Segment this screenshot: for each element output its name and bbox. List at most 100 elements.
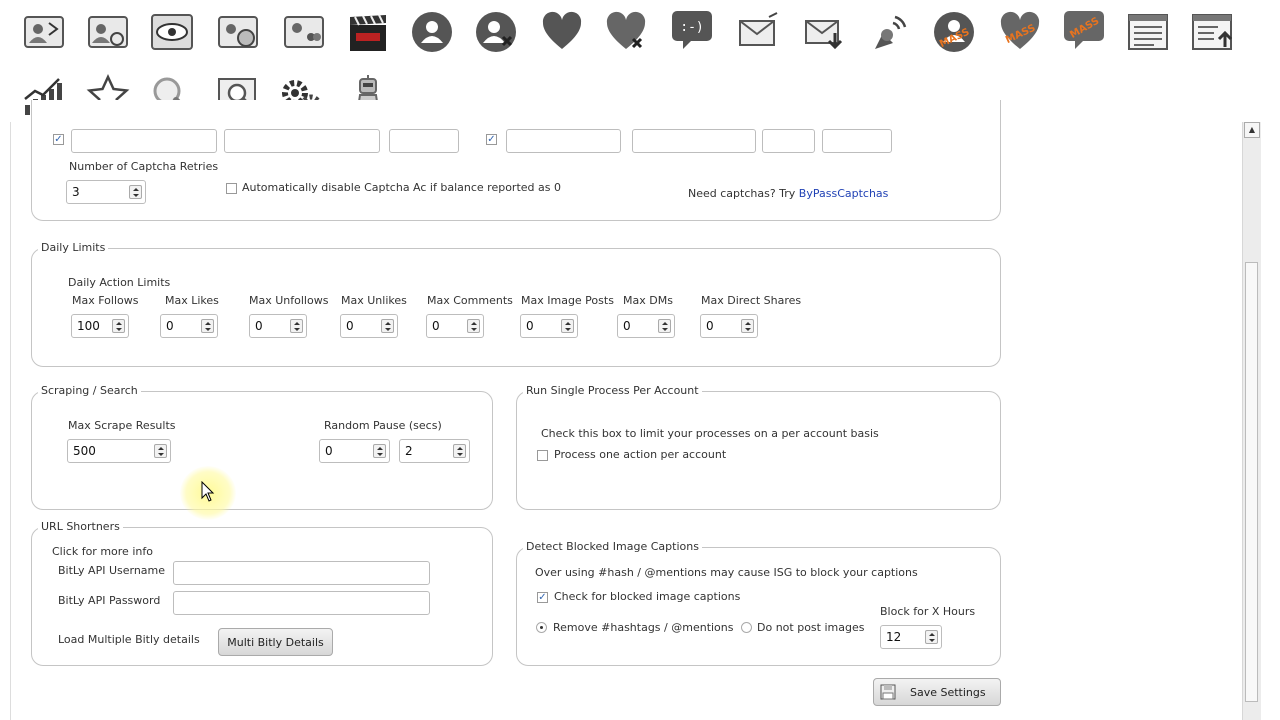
max-dms-value: 0 — [623, 319, 631, 333]
random-pause-max-stepper[interactable]: 2 — [399, 439, 470, 463]
captcha-extra-3-input[interactable] — [822, 129, 892, 153]
max-direct-shares-stepper[interactable]: 0 — [700, 314, 758, 338]
max-comments-stepper[interactable]: 0 — [426, 314, 484, 338]
max-unfollows-stepper[interactable]: 0 — [249, 314, 307, 338]
spinner-buttons[interactable] — [453, 444, 466, 458]
scraping-legend: Scraping / Search — [38, 384, 141, 397]
captcha-user-1-input[interactable] — [71, 129, 217, 153]
spinner-buttons[interactable] — [561, 319, 574, 333]
max-unlikes-label: Max Unlikes — [341, 294, 407, 307]
mass-contact-icon[interactable]: MASS — [930, 8, 978, 56]
remove-hashtags-radio[interactable] — [536, 622, 547, 633]
spinner-buttons[interactable] — [925, 630, 938, 644]
list-icon[interactable] — [1124, 8, 1172, 56]
block-hours-value: 12 — [886, 630, 902, 644]
single-process-desc: Check this box to limit your processes o… — [541, 427, 879, 440]
max-scrape-results-value: 500 — [73, 444, 96, 458]
need-captchas-text: Need captchas? Try — [688, 187, 796, 200]
spinner-buttons[interactable] — [154, 444, 167, 458]
daily-limits-panel — [31, 248, 1001, 367]
random-pause-min-value: 0 — [325, 444, 333, 458]
heart-icon[interactable] — [538, 8, 586, 56]
auto-disable-label: Automatically disable Captcha Ac if bala… — [242, 181, 561, 194]
captcha-extra-2-input[interactable] — [762, 129, 815, 153]
spinner-buttons[interactable] — [373, 444, 386, 458]
spinner-buttons[interactable] — [112, 319, 125, 333]
max-follows-label: Max Follows — [72, 294, 139, 307]
user-photo-2-icon[interactable] — [84, 8, 132, 56]
max-unfollows-value: 0 — [255, 319, 263, 333]
window-edge — [10, 122, 11, 720]
more-info-link[interactable]: Click for more info — [52, 545, 153, 558]
bypass-captchas-link[interactable]: ByPassCaptchas — [799, 187, 889, 200]
max-comments-value: 0 — [432, 319, 440, 333]
max-image-posts-stepper[interactable]: 0 — [520, 314, 578, 338]
single-process-legend: Run Single Process Per Account — [523, 384, 702, 397]
satellite-icon[interactable] — [864, 8, 912, 56]
vertical-scrollbar[interactable]: ▲ — [1242, 122, 1261, 720]
mass-chat-icon[interactable]: MASS — [1060, 6, 1108, 54]
spinner-buttons[interactable] — [201, 319, 214, 333]
scroll-up-icon[interactable]: ▲ — [1244, 122, 1260, 138]
captcha-account-1-checkbox[interactable]: ✓ — [53, 134, 64, 145]
captcha-retries-label: Number of Captcha Retries — [69, 160, 219, 173]
mass-heart-icon[interactable]: MASS — [996, 8, 1044, 56]
max-image-posts-value: 0 — [526, 319, 534, 333]
scroll-thumb[interactable] — [1245, 262, 1258, 702]
max-follows-stepper[interactable]: 100 — [71, 314, 129, 338]
captcha-pass-2-input[interactable] — [632, 129, 756, 153]
do-not-post-radio[interactable] — [741, 622, 752, 633]
spinner-buttons[interactable] — [658, 319, 671, 333]
bitly-password-label: BitLy API Password — [58, 594, 161, 607]
heart-remove-icon[interactable] — [602, 8, 650, 56]
captcha-retries-value: 3 — [72, 185, 80, 199]
random-pause-min-stepper[interactable]: 0 — [319, 439, 390, 463]
view-eye-icon[interactable] — [148, 8, 196, 56]
spinner-buttons[interactable] — [741, 319, 754, 333]
load-multiple-label: Load Multiple Bitly details — [58, 633, 200, 646]
contact-remove-icon[interactable] — [472, 8, 520, 56]
spinner-buttons[interactable] — [129, 185, 142, 199]
mail-icon[interactable] — [734, 8, 782, 56]
user-group-icon[interactable] — [280, 8, 328, 56]
captcha-pass-1-input[interactable] — [224, 129, 380, 153]
block-hours-stepper[interactable]: 12 — [880, 625, 942, 649]
auto-disable-checkbox[interactable] — [226, 183, 237, 194]
single-process-checkbox-label: Process one action per account — [554, 448, 727, 461]
max-likes-value: 0 — [166, 319, 174, 333]
contact-add-icon[interactable] — [408, 8, 456, 56]
bitly-username-input[interactable] — [173, 561, 430, 585]
smiley-chat-icon[interactable]: :-) — [668, 6, 716, 54]
mouse-cursor-icon — [201, 481, 215, 502]
user-globe-icon[interactable] — [214, 8, 262, 56]
bitly-password-input[interactable] — [173, 591, 430, 615]
single-process-checkbox[interactable] — [537, 450, 548, 461]
user-photo-icon[interactable] — [20, 8, 68, 56]
max-scrape-results-stepper[interactable]: 500 — [67, 439, 171, 463]
max-direct-shares-value: 0 — [706, 319, 714, 333]
block-hours-label: Block for X Hours — [880, 605, 976, 618]
max-dms-stepper[interactable]: 0 — [617, 314, 675, 338]
max-unlikes-stepper[interactable]: 0 — [340, 314, 398, 338]
save-settings-button[interactable]: Save Settings — [873, 678, 1001, 706]
mail-download-icon[interactable] — [800, 8, 848, 56]
list-upload-icon[interactable] — [1188, 8, 1236, 56]
save-settings-label: Save Settings — [910, 685, 986, 699]
svg-text::-): :-) — [680, 20, 703, 35]
clapper-icon[interactable] — [344, 8, 392, 56]
spinner-buttons[interactable] — [467, 319, 480, 333]
captcha-user-2-input[interactable] — [506, 129, 621, 153]
max-likes-stepper[interactable]: 0 — [160, 314, 218, 338]
need-captchas-label: Need captchas? Try ByPassCaptchas — [688, 187, 888, 200]
bitly-username-label: BitLy API Username — [58, 564, 166, 577]
spinner-buttons[interactable] — [290, 319, 303, 333]
max-likes-label: Max Likes — [165, 294, 219, 307]
spinner-buttons[interactable] — [381, 319, 394, 333]
daily-limits-legend: Daily Limits — [38, 241, 109, 254]
captcha-retries-stepper[interactable]: 3 — [66, 180, 146, 204]
multi-bitly-button[interactable]: Multi Bitly Details — [218, 628, 333, 656]
check-blocked-label: Check for blocked image captions — [554, 590, 741, 603]
captcha-extra-1-input[interactable] — [389, 129, 459, 153]
check-blocked-checkbox[interactable]: ✓ — [537, 592, 548, 603]
captcha-account-2-checkbox[interactable]: ✓ — [486, 134, 497, 145]
